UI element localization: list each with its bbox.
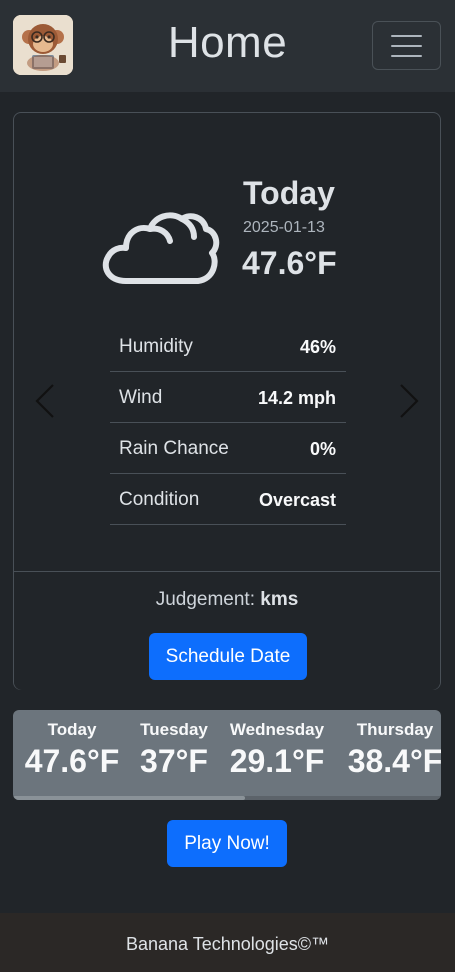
hamburger-menu-button[interactable] <box>372 21 441 70</box>
footer: Banana Technologies©™ <box>0 913 455 972</box>
schedule-date-button[interactable]: Schedule Date <box>149 633 307 680</box>
stat-label: Rain Chance <box>119 438 229 459</box>
forecast-day-temp: 37°F <box>140 743 208 779</box>
forecast-date: 2025-01-13 <box>243 219 325 236</box>
stat-value: 46% <box>299 337 336 357</box>
forecast-day-name: Today <box>47 720 97 739</box>
navbar: Home <box>0 0 455 92</box>
stat-row-condition: Condition Overcast <box>110 474 346 525</box>
judgement-text: Judgement: kms <box>14 589 440 611</box>
judgement-value: kms <box>260 589 299 610</box>
forecast-day-thursday[interactable]: Thursday 38.4°F <box>345 720 441 780</box>
current-temperature: 47.6°F <box>242 245 337 281</box>
weather-stats-table: Humidity 46% Wind 14.2 mph Rain Chance 0… <box>110 321 346 525</box>
stat-label: Condition <box>119 489 200 510</box>
forecast-strip[interactable]: Today 47.6°F Tuesday 37°F Wednesday 29.1… <box>13 710 441 800</box>
judgement-label: Judgement: <box>155 589 255 610</box>
forecast-day-temp: 47.6°F <box>24 743 120 779</box>
forecast-day-today[interactable]: Today 47.6°F <box>22 720 122 780</box>
stat-row-humidity: Humidity 46% <box>110 321 346 372</box>
carousel-next-icon[interactable] <box>398 383 420 419</box>
forecast-day-name: Wednesday <box>229 720 325 739</box>
play-now-button[interactable]: Play Now! <box>167 820 287 867</box>
forecast-day-temp: 38.4°F <box>347 743 441 779</box>
footer-copyright: Banana Technologies©™ <box>125 934 330 954</box>
weather-carousel: Today 2025-01-13 47.6°F Humidity 46% Win… <box>14 113 440 572</box>
forecast-day-wednesday[interactable]: Wednesday 29.1°F <box>227 720 327 780</box>
forecast-scrollbar-thumb[interactable] <box>13 796 245 800</box>
cloud-icon <box>102 212 220 284</box>
stat-row-rain-chance: Rain Chance 0% <box>110 423 346 474</box>
stat-label: Wind <box>119 387 163 408</box>
forecast-day-tuesday[interactable]: Tuesday 37°F <box>134 720 214 780</box>
forecast-scrollbar[interactable] <box>13 796 441 800</box>
forecast-day-temp: 29.1°F <box>229 743 325 779</box>
forecast-day-name: Thursday <box>356 720 434 739</box>
stat-row-wind: Wind 14.2 mph <box>110 372 346 423</box>
stat-value: 14.2 mph <box>257 388 336 408</box>
forecast-day-name: Tuesday <box>140 720 208 739</box>
weather-card-footer: Judgement: kms Schedule Date <box>14 571 440 690</box>
stat-value: Overcast <box>258 490 336 510</box>
hamburger-menu-icon <box>391 35 422 37</box>
weather-card: Today 2025-01-13 47.6°F Humidity 46% Win… <box>13 112 441 690</box>
stat-value: 0% <box>309 439 336 459</box>
stat-label: Humidity <box>119 336 193 357</box>
forecast-day-heading: Today <box>243 175 335 211</box>
carousel-prev-icon[interactable] <box>34 383 56 419</box>
